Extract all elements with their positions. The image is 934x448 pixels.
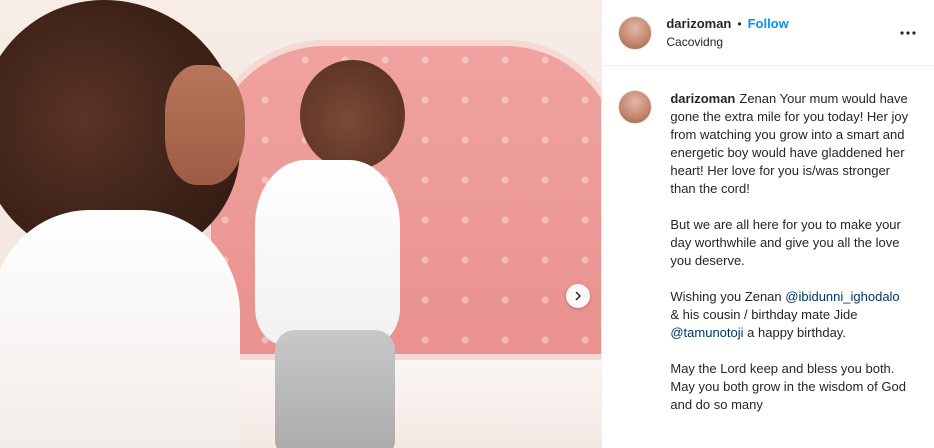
caption-paragraph-3-a: Wishing you Zenan bbox=[670, 289, 782, 304]
header-row: darizoman • Follow bbox=[666, 16, 788, 31]
woman-face bbox=[165, 65, 245, 185]
baby-shirt bbox=[255, 160, 400, 345]
baby-head bbox=[300, 60, 405, 170]
follow-button[interactable]: Follow bbox=[748, 16, 789, 31]
separator-dot: • bbox=[737, 16, 742, 31]
caption-paragraph-2: But we are all here for you to make your… bbox=[670, 217, 901, 268]
caption-paragraph-3: Wishing you Zenan @ibidunni_ighodalo & h… bbox=[670, 288, 910, 342]
avatar[interactable] bbox=[618, 15, 653, 50]
post-media[interactable] bbox=[0, 0, 602, 448]
more-horizontal-icon bbox=[900, 30, 916, 35]
caption-paragraph-4: May the Lord keep and bless you both. Ma… bbox=[670, 361, 906, 412]
post-header: darizoman • Follow Cacovidng bbox=[602, 0, 934, 66]
caption-paragraph-1: darizoman Zenan Your mum would have gone … bbox=[670, 90, 910, 198]
more-options-button[interactable] bbox=[898, 23, 918, 43]
woman-body bbox=[0, 210, 240, 448]
caption-comment: darizoman Zenan Your mum would have gone … bbox=[602, 66, 934, 432]
baby-pants bbox=[275, 330, 395, 448]
mention-tamunotoji[interactable]: @tamunotoji bbox=[670, 325, 743, 340]
caption-paragraph-1-text: Zenan Your mum would have gone the extra… bbox=[670, 91, 909, 196]
header-meta: darizoman • Follow Cacovidng bbox=[666, 16, 788, 49]
bed-sheet bbox=[190, 360, 602, 448]
caption-avatar[interactable] bbox=[618, 90, 653, 124]
caption-paragraph-3-b: & his cousin / birthday mate Jide bbox=[670, 307, 858, 322]
caption-text: darizoman Zenan Your mum would have gone … bbox=[670, 90, 910, 432]
caption-paragraph-3-c: a happy birthday. bbox=[747, 325, 846, 340]
post-sidebar: darizoman • Follow Cacovidng darizoman Ze… bbox=[601, 0, 934, 448]
next-media-button[interactable] bbox=[566, 284, 590, 308]
location-link[interactable]: Cacovidng bbox=[666, 35, 788, 49]
caption-username[interactable]: darizoman bbox=[670, 91, 735, 106]
chevron-right-icon bbox=[575, 291, 581, 301]
username-link[interactable]: darizoman bbox=[666, 16, 731, 31]
mention-ibidunni[interactable]: @ibidunni_ighodalo bbox=[785, 289, 899, 304]
instagram-post: darizoman • Follow Cacovidng darizoman Ze… bbox=[0, 0, 934, 448]
